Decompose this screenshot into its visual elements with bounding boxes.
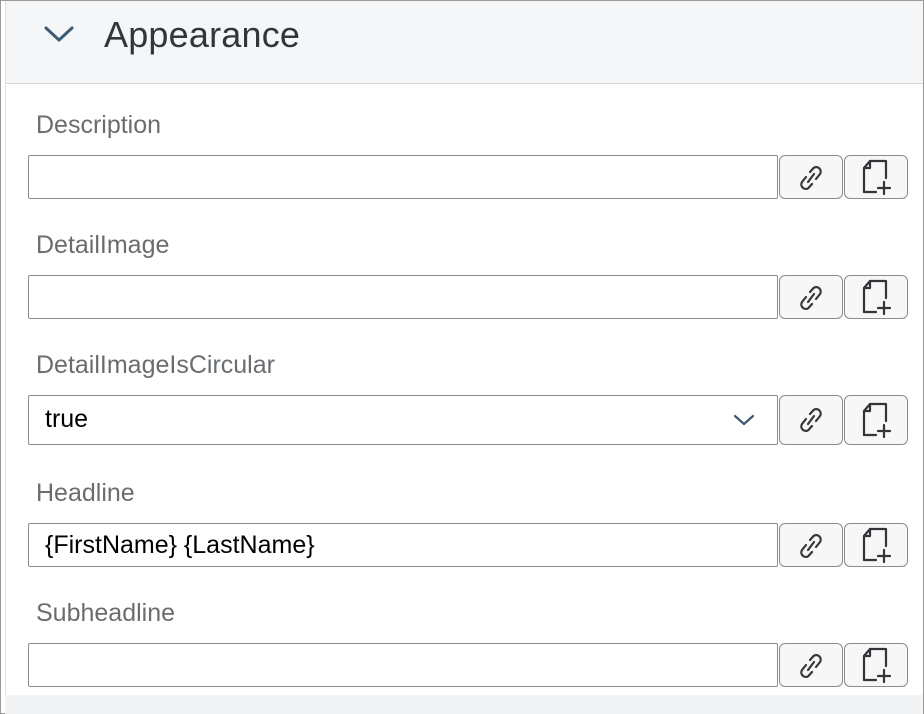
- section-title: Appearance: [104, 14, 301, 55]
- panel-footer-strip: [5, 695, 923, 714]
- detailimage-create-button[interactable]: [844, 275, 908, 319]
- detailimage-bind-button[interactable]: [779, 275, 843, 319]
- chevron-down-icon: [44, 26, 74, 42]
- link-icon: [800, 654, 822, 678]
- new-document-icon: [862, 279, 892, 316]
- description-input[interactable]: [28, 155, 778, 199]
- detailimageiscircular-select[interactable]: true: [28, 395, 778, 445]
- detailimageiscircular-create-button[interactable]: [844, 395, 908, 445]
- subheadline-input[interactable]: [28, 643, 778, 687]
- new-document-icon: [862, 647, 892, 684]
- description-create-button[interactable]: [844, 155, 908, 199]
- link-icon: [800, 534, 822, 558]
- section-header: Appearance: [5, 1, 923, 84]
- headline-create-button[interactable]: [844, 523, 908, 567]
- chevron-down-icon[interactable]: [733, 413, 755, 427]
- headline-input[interactable]: {FirstName} {LastName}: [28, 523, 778, 567]
- link-icon: [800, 166, 822, 190]
- link-icon: [800, 408, 822, 432]
- headline-label: Headline: [36, 479, 135, 507]
- new-document-icon: [862, 402, 892, 439]
- detailimage-input[interactable]: [28, 275, 778, 319]
- link-icon: [800, 286, 822, 310]
- detailimage-label: DetailImage: [36, 231, 170, 259]
- select-value: true: [45, 405, 89, 433]
- detailimageiscircular-label: DetailImageIsCircular: [36, 351, 275, 379]
- subheadline-create-button[interactable]: [844, 643, 908, 687]
- collapse-button[interactable]: [36, 17, 80, 53]
- properties-panel: Appearance Description DetailImage Detai…: [0, 0, 924, 714]
- headline-bind-button[interactable]: [779, 523, 843, 567]
- subheadline-bind-button[interactable]: [779, 643, 843, 687]
- subheadline-label: Subheadline: [36, 599, 176, 627]
- new-document-icon: [862, 159, 892, 196]
- section-body: Description DetailImage DetailImageIsCir…: [5, 85, 923, 695]
- new-document-icon: [862, 527, 892, 564]
- description-label: Description: [36, 111, 162, 139]
- detailimageiscircular-bind-button[interactable]: [779, 395, 843, 445]
- description-bind-button[interactable]: [779, 155, 843, 199]
